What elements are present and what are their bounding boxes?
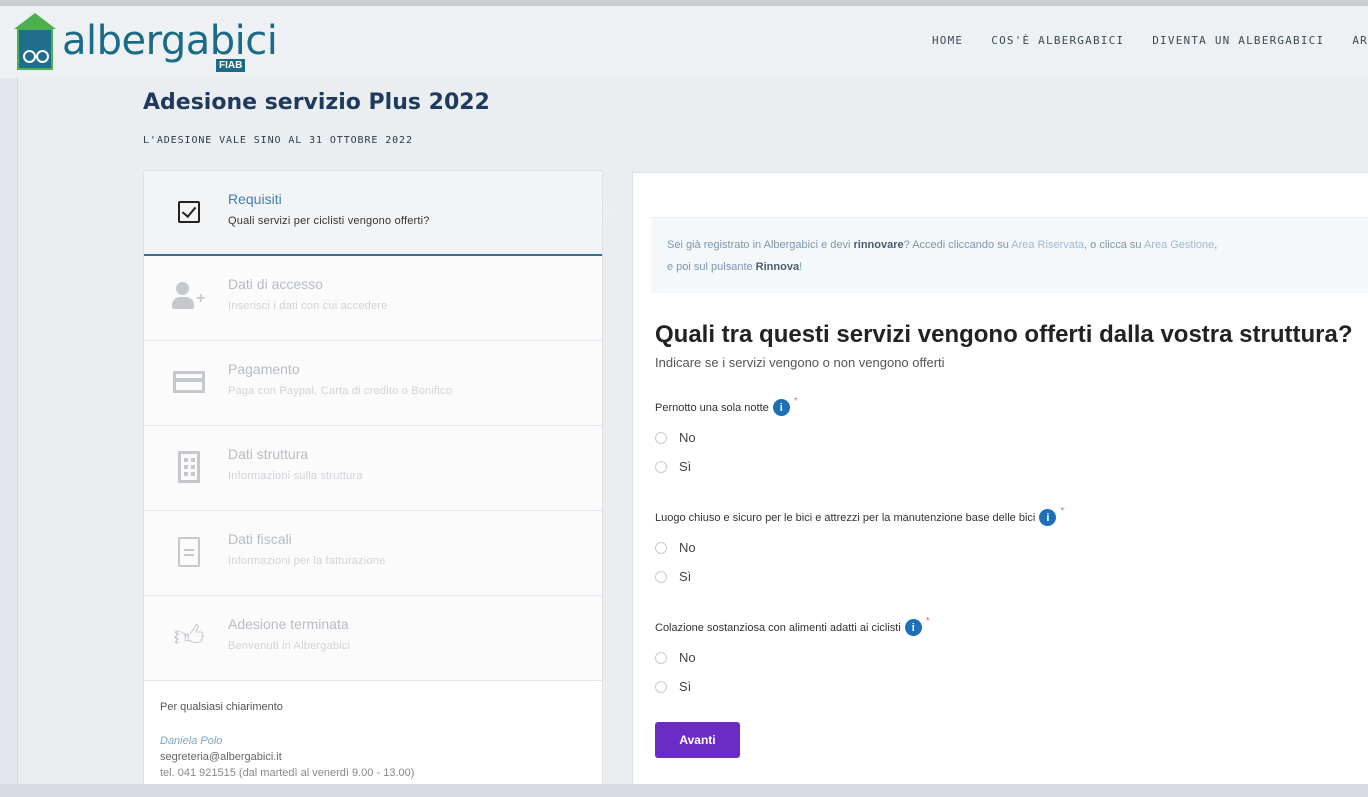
notice-text: e poi sul pulsante: [667, 261, 756, 273]
contact-title: Per qualsiasi chiarimento: [160, 701, 283, 713]
notice-bold: Rinnova: [755, 261, 800, 273]
avanti-button[interactable]: Avanti: [655, 722, 740, 758]
step-title: Dati fiscali: [228, 531, 292, 547]
option-label: No: [679, 540, 696, 555]
required-mark: *: [793, 396, 798, 407]
question-text: Luogo chiuso e sicuro per le bici e attr…: [655, 511, 1036, 524]
form-title: Quali tra questi servizi vengono offerti…: [655, 321, 1353, 348]
step-title: Requisiti: [228, 191, 282, 207]
step-pagamento[interactable]: Pagamento Paga con Paypal, Carta di cred…: [144, 341, 602, 426]
radio-option-si[interactable]: Sì: [655, 459, 1355, 474]
brand-sub: FIAB: [216, 59, 246, 72]
notice-bold: rinnovare: [853, 239, 904, 251]
question-label: Colazione sostanziosa con alimenti adatt…: [655, 616, 1355, 636]
user-add-icon: +: [172, 280, 206, 314]
info-icon[interactable]: i: [904, 619, 922, 636]
checkbox-icon: [172, 195, 206, 229]
contact-name: Daniela Polo: [160, 735, 223, 747]
step-desc: Paga con Paypal, Carta di credito o Boni…: [228, 385, 453, 397]
thumbs-up-icon: 👍︎: [173, 620, 205, 653]
step-title: Adesione terminata: [228, 616, 349, 632]
step-title: Dati struttura: [228, 446, 309, 462]
contact-phone: tel. 041 921515 (dal martedì al venerdì …: [160, 767, 415, 779]
form-subtitle: Indicare se i servizi vengono o non veng…: [655, 355, 945, 370]
building-icon: [172, 450, 206, 484]
question-label: Pernotto una sola notte i *: [655, 396, 1355, 416]
notice-text: ? Accedi cliccando su: [903, 239, 1012, 251]
question-colazione: Colazione sostanziosa con alimenti adatt…: [655, 616, 1355, 694]
brand-name: albergabici: [62, 18, 278, 64]
step-dati-struttura[interactable]: Dati struttura Informazioni sulla strutt…: [144, 426, 602, 511]
radio-option-no[interactable]: No: [655, 650, 1355, 665]
step-title: Pagamento: [228, 361, 300, 377]
radio-option-no[interactable]: No: [655, 540, 1355, 555]
radio-option-no[interactable]: No: [655, 430, 1355, 445]
radio-option-si[interactable]: Sì: [655, 569, 1355, 584]
left-rail: [0, 78, 18, 797]
question-pernotto: Pernotto una sola notte i * No Sì: [655, 396, 1355, 474]
notice-text: ,: [1214, 239, 1218, 251]
nav-cose-albergabici[interactable]: COS'È ALBERGABICI: [991, 34, 1124, 47]
radio-option-si[interactable]: Sì: [655, 679, 1355, 694]
step-desc: Quali servizi per ciclisti vengono offer…: [228, 215, 430, 227]
radio-button[interactable]: [655, 460, 667, 473]
option-label: Sì: [679, 569, 692, 584]
page-title: Adesione servizio Plus 2022: [143, 90, 490, 115]
notice-text: !: [799, 261, 803, 273]
radio-button[interactable]: [655, 431, 667, 444]
question-text: Pernotto una sola notte: [655, 401, 769, 414]
radio-button[interactable]: [655, 651, 667, 664]
step-desc: Informazioni per la fatturazione: [228, 555, 386, 567]
step-dati-fiscali[interactable]: Dati fiscali Informazioni per la fattura…: [144, 511, 602, 596]
main-nav: HOME COS'È ALBERGABICI DIVENTA UN ALBERG…: [932, 34, 1368, 47]
area-riservata-link[interactable]: Area Riservata: [1011, 239, 1084, 251]
contact-box: Per qualsiasi chiarimento Daniela Polo s…: [144, 681, 602, 779]
required-mark: *: [925, 616, 930, 627]
area-gestione-link[interactable]: Area Gestione: [1144, 239, 1214, 251]
step-title: Dati di accesso: [228, 276, 323, 292]
nav-area[interactable]: AR: [1352, 34, 1368, 47]
step-desc: Informazioni sulla struttura: [228, 470, 363, 482]
page-subtitle: L'ADESIONE VALE SINO AL 31 OTTOBRE 2022: [143, 135, 413, 146]
radio-button[interactable]: [655, 570, 667, 583]
horizontal-scrollbar[interactable]: [0, 784, 1368, 797]
renew-notice: Sei già registrato in Albergabici e devi…: [651, 217, 1368, 293]
nav-home[interactable]: HOME: [932, 34, 963, 47]
contact-email[interactable]: segreteria@albergabici.it: [160, 751, 586, 763]
info-icon[interactable]: i: [1039, 509, 1057, 526]
required-mark: *: [1060, 506, 1065, 517]
step-desc: Inserisci i dati con cui accedere: [228, 300, 388, 312]
step-requisiti[interactable]: Requisiti Quali servizi per ciclisti ven…: [144, 171, 602, 256]
wizard-steps: Requisiti Quali servizi per ciclisti ven…: [143, 170, 603, 795]
question-text: Colazione sostanziosa con alimenti adatt…: [655, 621, 901, 634]
document-icon: [172, 535, 206, 569]
option-label: Sì: [679, 459, 692, 474]
question-label: Luogo chiuso e sicuro per le bici e attr…: [655, 506, 1355, 526]
credit-card-icon: [172, 365, 206, 399]
info-icon[interactable]: i: [772, 399, 790, 416]
step-adesione-terminata[interactable]: 👍︎ Adesione terminata Benvenuti in Alber…: [144, 596, 602, 681]
nav-diventa-albergabici[interactable]: DIVENTA UN ALBERGABICI: [1152, 34, 1324, 47]
notice-text: , o clicca su: [1084, 239, 1144, 251]
step-dati-accesso[interactable]: + Dati di accesso Inserisci i dati con c…: [144, 256, 602, 341]
step-desc: Benvenuti in Albergabici: [228, 640, 351, 652]
radio-button[interactable]: [655, 680, 667, 693]
radio-button[interactable]: [655, 541, 667, 554]
top-bar: albergabici FIAB HOME COS'È ALBERGABICI …: [0, 0, 1368, 78]
option-label: No: [679, 650, 696, 665]
notice-text: Sei già registrato in Albergabici e devi: [667, 239, 854, 251]
option-label: No: [679, 430, 696, 445]
active-step-pointer: [603, 200, 613, 224]
option-label: Sì: [679, 679, 692, 694]
question-luogo-chiuso: Luogo chiuso e sicuro per le bici e attr…: [655, 506, 1355, 584]
hotel-bike-logo-icon: [12, 13, 58, 73]
form-panel: Sei già registrato in Albergabici e devi…: [632, 172, 1368, 797]
